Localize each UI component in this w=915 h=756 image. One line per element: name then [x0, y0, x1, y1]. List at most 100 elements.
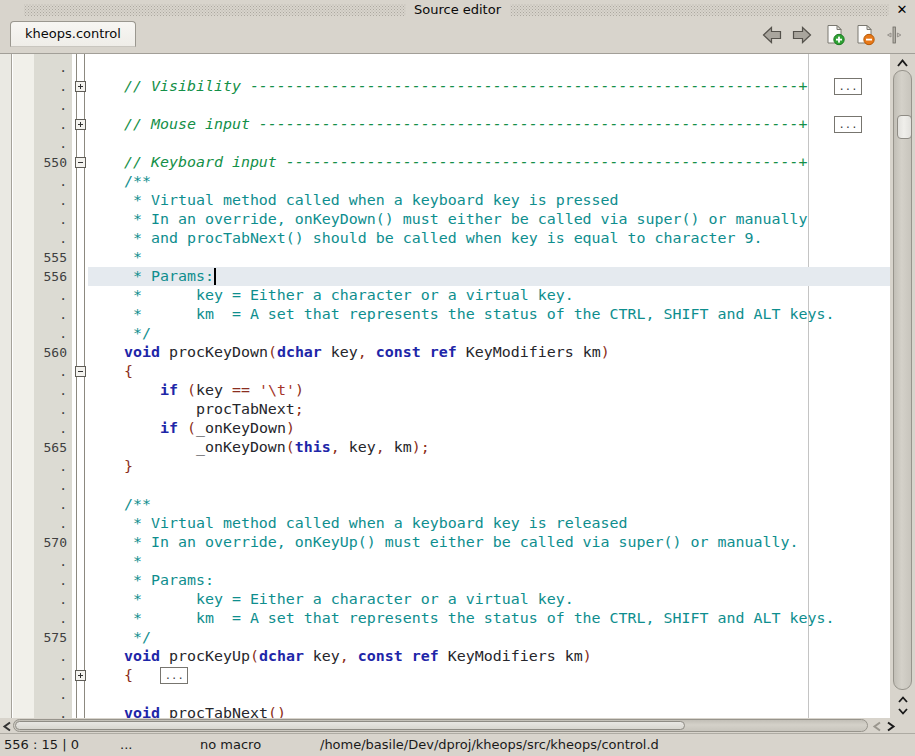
- text-caret: [214, 268, 216, 285]
- fold-collapse-icon[interactable]: [75, 157, 86, 168]
- code-line[interactable]: * Params:: [88, 571, 890, 590]
- close-icon[interactable]: ✕: [894, 0, 910, 20]
- tab-kheops-control[interactable]: kheops.control: [10, 21, 136, 47]
- scroll-up-icon[interactable]: [896, 58, 909, 68]
- code-line[interactable]: _onKeyDown(this, key, km);: [88, 438, 890, 457]
- status-ellipsis: ...: [120, 734, 132, 756]
- code-line[interactable]: // Visibility --------------------------…: [88, 77, 890, 96]
- caret-position: 556 : 15 | 0: [4, 734, 79, 756]
- vscroll-trough[interactable]: [893, 70, 912, 690]
- fold-expand-icon[interactable]: [75, 119, 86, 130]
- code-line[interactable]: * Params:: [88, 267, 890, 286]
- folded-region-ellipsis[interactable]: ...: [834, 116, 862, 133]
- vertical-scrollbar[interactable]: [890, 54, 915, 718]
- tab-bar: kheops.control: [0, 20, 915, 50]
- fold-expand-icon[interactable]: [75, 670, 86, 681]
- code-line[interactable]: *: [88, 552, 890, 571]
- code-line[interactable]: [88, 134, 890, 153]
- code-line[interactable]: [88, 685, 890, 704]
- scroll-right-icon[interactable]: [886, 721, 896, 732]
- code-line[interactable]: void procKeyDown(dchar key, const ref Ke…: [88, 343, 890, 362]
- code-line[interactable]: {: [88, 362, 890, 381]
- code-line[interactable]: [88, 476, 890, 495]
- code-line[interactable]: {: [88, 666, 890, 685]
- gutter-dot: .: [12, 286, 67, 305]
- nav-back-icon[interactable]: [761, 24, 783, 46]
- window-titlebar[interactable]: Source editor ✕: [0, 0, 915, 20]
- gutter-dot: .: [12, 476, 67, 495]
- code-line[interactable]: [88, 58, 890, 77]
- scroll-left-icon[interactable]: [2, 721, 12, 732]
- line-number: 575: [12, 628, 67, 647]
- code-line[interactable]: /**: [88, 495, 890, 514]
- gutter-fold-column: [72, 54, 88, 718]
- code-line[interactable]: * In an override, onKeyUp() must either …: [88, 533, 890, 552]
- code-line[interactable]: */: [88, 628, 890, 647]
- gutter-dot: .: [12, 324, 67, 343]
- code-line[interactable]: // Keyboard input ----------------------…: [88, 153, 890, 172]
- horizontal-scrollbar[interactable]: [0, 718, 915, 733]
- code-line[interactable]: * Virtual method called when a keyboard …: [88, 191, 890, 210]
- new-document-icon[interactable]: [824, 24, 846, 46]
- code-line[interactable]: }: [88, 457, 890, 476]
- line-number: 556: [12, 267, 67, 286]
- gutter-dot: .: [12, 381, 67, 400]
- fold-tree-line-inner: [84, 54, 85, 718]
- code-line[interactable]: if (key == '\t'): [88, 381, 890, 400]
- fold-collapse-icon[interactable]: [75, 366, 86, 377]
- code-line[interactable]: * Virtual method called when a keyboard …: [88, 514, 890, 533]
- fold-expand-icon[interactable]: [75, 81, 86, 92]
- editor-left-margin: [0, 54, 12, 718]
- gutter-dot: .: [12, 191, 67, 210]
- folded-region-ellipsis[interactable]: ...: [834, 78, 862, 95]
- gutter-dot: .: [12, 77, 67, 96]
- gutter-dot: .: [12, 552, 67, 571]
- gutter-dot: .: [12, 647, 67, 666]
- scroll-up2-icon[interactable]: [897, 695, 909, 704]
- gutter-dot: .: [12, 457, 67, 476]
- code-line[interactable]: void procTabNext(): [88, 704, 890, 718]
- hscroll-thumb[interactable]: [15, 721, 685, 730]
- status-bar: 556 : 15 | 0 ... no macro /home/basile/D…: [0, 733, 915, 756]
- code-line[interactable]: void procKeyUp(dchar key, const ref KeyM…: [88, 647, 890, 666]
- remove-document-icon[interactable]: [854, 24, 876, 46]
- scroll-down-icon[interactable]: [897, 707, 909, 716]
- gutter-dot: .: [12, 305, 67, 324]
- code-line[interactable]: * and procTabNext() should be called whe…: [88, 229, 890, 248]
- gutter-dot: .: [12, 590, 67, 609]
- gutter-dot: .: [12, 514, 67, 533]
- hscroll-trough[interactable]: [13, 719, 868, 732]
- folded-region-ellipsis[interactable]: ...: [160, 667, 188, 684]
- code-line[interactable]: * key = Either a character or a virtual …: [88, 286, 890, 305]
- gutter-dot: .: [12, 96, 67, 115]
- code-line[interactable]: * km = A set that represents the status …: [88, 305, 890, 324]
- code-line[interactable]: [88, 96, 890, 115]
- line-number: 555: [12, 248, 67, 267]
- gutter-dot: .: [12, 362, 67, 381]
- file-path: /home/basile/Dev/dproj/kheops/src/kheops…: [320, 734, 659, 756]
- code-line[interactable]: * key = Either a character or a virtual …: [88, 590, 890, 609]
- code-line[interactable]: */: [88, 324, 890, 343]
- code-line[interactable]: *: [88, 248, 890, 267]
- vscroll-thumb[interactable]: [897, 115, 912, 139]
- fold-tree-line: [76, 54, 77, 718]
- detach-splitter-icon[interactable]: [883, 24, 905, 46]
- scroll-left2-icon[interactable]: [872, 721, 882, 732]
- code-line[interactable]: * In an override, onKeyDown() must eithe…: [88, 210, 890, 229]
- gutter-dot: .: [12, 685, 67, 704]
- code-line[interactable]: if (_onKeyDown): [88, 419, 890, 438]
- code-line[interactable]: procTabNext;: [88, 400, 890, 419]
- gutter-dot: .: [12, 419, 67, 438]
- code-line[interactable]: /**: [88, 172, 890, 191]
- gutter-dot: .: [12, 229, 67, 248]
- gutter-dot: .: [12, 609, 67, 628]
- nav-forward-icon[interactable]: [791, 24, 813, 46]
- code-line[interactable]: * km = A set that represents the status …: [88, 609, 890, 628]
- gutter-dot: .: [12, 172, 67, 191]
- gutter-dot: .: [12, 210, 67, 229]
- gutter-dot: .: [12, 704, 67, 718]
- macro-status: no macro: [200, 734, 261, 756]
- gutter-dot: .: [12, 666, 67, 685]
- code-line[interactable]: // Mouse input -------------------------…: [88, 115, 890, 134]
- source-editor[interactable]: .. // Visibility -----------------------…: [0, 53, 915, 718]
